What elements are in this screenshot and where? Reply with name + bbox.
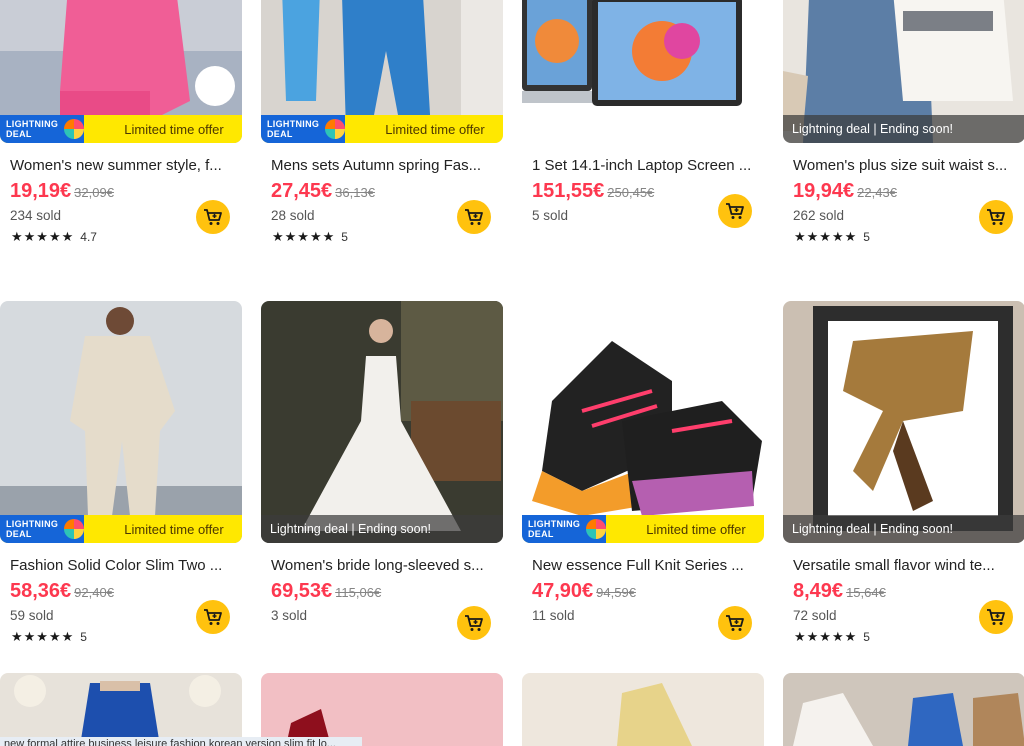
original-price: 32,09€ xyxy=(74,185,114,200)
lightning-deal-banner: LIGHTNING DEAL Limited time offer xyxy=(0,515,242,543)
cart-plus-icon xyxy=(726,203,744,219)
original-price: 36,13€ xyxy=(335,185,375,200)
product-image[interactable] xyxy=(261,673,503,746)
product-price: 58,36€ xyxy=(10,580,72,602)
sold-count: 234 sold xyxy=(10,208,62,223)
product-image[interactable]: LIGHTNING DEAL Limited time offer xyxy=(522,301,764,543)
product-title[interactable]: Mens sets Autumn spring Fas... xyxy=(271,157,493,174)
product-image[interactable]: LIGHTNING DEAL Limited time offer xyxy=(0,301,242,543)
product-image[interactable]: Lightning deal | Ending soon! xyxy=(783,301,1024,543)
lightning-deal-banner: Lightning deal | Ending soon! xyxy=(261,515,503,543)
star-icon: ★★★★★ xyxy=(794,629,858,644)
product-image[interactable]: Lightning deal | Ending soon! xyxy=(261,301,503,543)
partial-product-title[interactable]: new formal attire business leisure fashi… xyxy=(0,737,362,746)
rating-value: 5 xyxy=(863,230,870,244)
add-to-cart-button[interactable] xyxy=(196,600,230,634)
product-price: 19,94€ xyxy=(793,180,855,202)
original-price: 92,40€ xyxy=(74,585,114,600)
original-price: 94,59€ xyxy=(596,585,636,600)
rating-value: 5 xyxy=(341,230,348,244)
beach-ball-icon xyxy=(64,519,84,539)
rating-value: 4.7 xyxy=(80,230,97,244)
product-image[interactable] xyxy=(522,0,764,143)
product-image[interactable] xyxy=(783,673,1024,746)
star-icon: ★★★★★ xyxy=(11,629,75,644)
product-title[interactable]: Women's new summer style, f... xyxy=(10,157,232,174)
sold-count: 5 sold xyxy=(532,208,569,223)
rating: ★★★★★ 5 xyxy=(11,629,87,645)
star-icon: ★★★★★ xyxy=(272,229,336,244)
lightning-deal-banner: LIGHTNING DEAL Limited time offer xyxy=(0,115,242,143)
product-price: 27,45€ xyxy=(271,180,333,202)
product-title[interactable]: New essence Full Knit Series ... xyxy=(532,557,754,574)
rating-value: 5 xyxy=(863,630,870,644)
sold-count: 59 sold xyxy=(10,608,54,623)
original-price: 22,43€ xyxy=(857,185,897,200)
lightning-badge: LIGHTNING DEAL xyxy=(522,515,606,543)
product-image[interactable]: LIGHTNING DEAL Limited time offer xyxy=(261,0,503,143)
sold-count: 72 sold xyxy=(793,608,837,623)
lightning-deal-banner: Lightning deal | Ending soon! xyxy=(783,115,1024,143)
star-icon: ★★★★★ xyxy=(794,229,858,244)
rating: ★★★★★ 5 xyxy=(794,229,870,245)
rating: ★★★★★ 5 xyxy=(794,629,870,645)
cart-plus-icon xyxy=(726,615,744,631)
cart-plus-icon xyxy=(204,609,222,625)
add-to-cart-button[interactable] xyxy=(979,600,1013,634)
rating: ★★★★★ 4.7 xyxy=(11,229,97,245)
add-to-cart-button[interactable] xyxy=(718,606,752,640)
add-to-cart-button[interactable] xyxy=(457,200,491,234)
product-title[interactable]: Women's bride long-sleeved s... xyxy=(271,557,493,574)
product-title[interactable]: Versatile small flavor wind te... xyxy=(793,557,1015,574)
lightning-deal-banner: Lightning deal | Ending soon! xyxy=(783,515,1024,543)
product-image[interactable] xyxy=(0,673,242,746)
rating: ★★★★★ 5 xyxy=(272,229,348,245)
product-price: 69,53€ xyxy=(271,580,333,602)
beach-ball-icon xyxy=(586,519,606,539)
product-image[interactable]: Lightning deal | Ending soon! xyxy=(783,0,1024,143)
product-title[interactable]: Fashion Solid Color Slim Two ... xyxy=(10,557,232,574)
product-title[interactable]: 1 Set 14.1-inch Laptop Screen ... xyxy=(532,157,754,174)
sold-count: 11 sold xyxy=(532,608,575,623)
cart-plus-icon xyxy=(204,209,222,225)
add-to-cart-button[interactable] xyxy=(457,606,491,640)
original-price: 115,06€ xyxy=(335,585,382,600)
product-image[interactable] xyxy=(522,673,764,746)
sold-count: 3 sold xyxy=(271,608,308,623)
original-price: 15,64€ xyxy=(846,585,886,600)
add-to-cart-button[interactable] xyxy=(718,194,752,228)
sold-count: 262 sold xyxy=(793,208,845,223)
cart-plus-icon xyxy=(465,209,483,225)
cart-plus-icon xyxy=(987,209,1005,225)
lightning-badge: LIGHTNING DEAL xyxy=(0,115,84,143)
rating-value: 5 xyxy=(80,630,87,644)
product-grid: LIGHTNING DEAL Limited time offer Women'… xyxy=(0,0,1024,746)
product-price: 151,55€ xyxy=(532,180,605,202)
product-image[interactable]: LIGHTNING DEAL Limited time offer xyxy=(0,0,242,143)
lightning-deal-banner: LIGHTNING DEAL Limited time offer xyxy=(522,515,764,543)
product-price: 8,49€ xyxy=(793,580,844,602)
beach-ball-icon xyxy=(325,119,345,139)
beach-ball-icon xyxy=(64,119,84,139)
add-to-cart-button[interactable] xyxy=(196,200,230,234)
product-price: 19,19€ xyxy=(10,180,72,202)
sold-count: 28 sold xyxy=(271,208,315,223)
product-price: 47,90€ xyxy=(532,580,594,602)
cart-plus-icon xyxy=(465,615,483,631)
star-icon: ★★★★★ xyxy=(11,229,75,244)
lightning-badge: LIGHTNING DEAL xyxy=(0,515,84,543)
original-price: 250,45€ xyxy=(607,185,655,200)
lightning-badge: LIGHTNING DEAL xyxy=(261,115,345,143)
cart-plus-icon xyxy=(987,609,1005,625)
product-title[interactable]: Women's plus size suit waist s... xyxy=(793,157,1015,174)
add-to-cart-button[interactable] xyxy=(979,200,1013,234)
lightning-deal-banner: LIGHTNING DEAL Limited time offer xyxy=(261,115,503,143)
